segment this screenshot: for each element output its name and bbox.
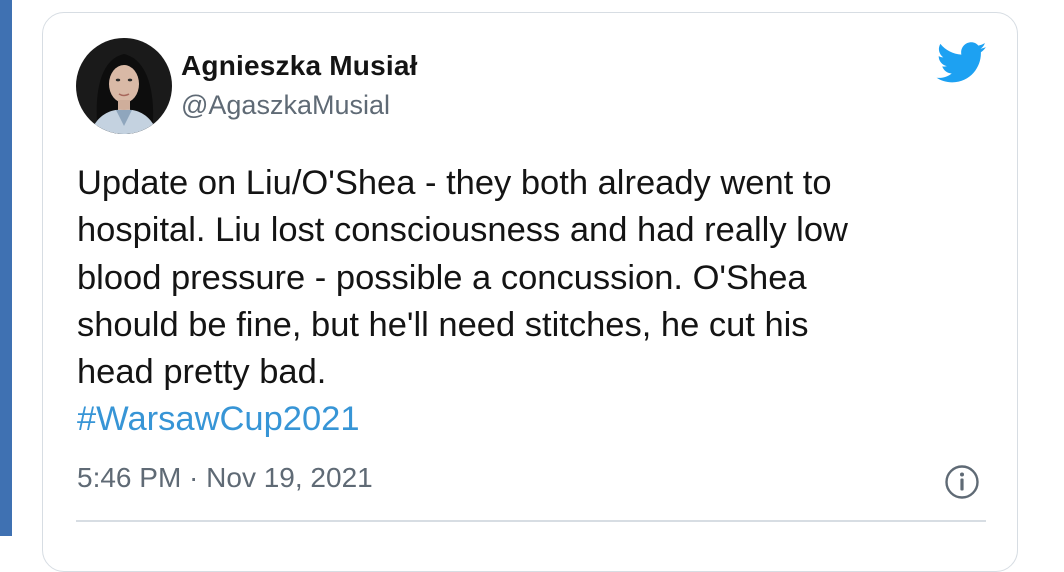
hashtag-link[interactable]: #WarsawCup2021 (77, 396, 997, 443)
tweet-text-line: hospital. Liu lost consciousness and had… (77, 211, 848, 250)
tweet-text-line: blood pressure - possible a concussion. … (77, 258, 807, 297)
divider (76, 520, 986, 522)
info-icon[interactable] (944, 464, 980, 500)
tweet-body: Update on Liu/O'Shea - they both already… (77, 160, 997, 444)
left-edge-rule (0, 0, 12, 536)
avatar-image (76, 38, 172, 134)
avatar[interactable] (76, 38, 172, 134)
twitter-bird-icon[interactable] (936, 42, 988, 84)
tweet-text-line: Update on Liu/O'Shea - they both already… (77, 164, 832, 202)
author-display-name[interactable]: Agnieszka Musiał (181, 50, 418, 82)
tweet-text-line: should be fine, but he'll need stitches,… (77, 305, 809, 344)
tweet-text-line: head pretty bad. (77, 353, 327, 392)
tweet-timestamp[interactable]: 5:46 PM · Nov 19, 2021 (77, 462, 373, 494)
author-handle[interactable]: @AgaszkaMusial (181, 90, 390, 121)
